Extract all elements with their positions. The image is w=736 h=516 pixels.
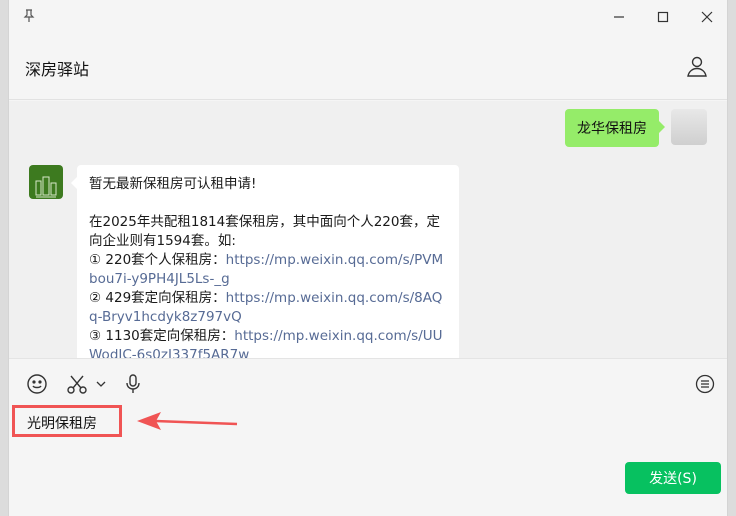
scissors-icon[interactable]	[65, 372, 89, 396]
message-list[interactable]: 龙华保租房 暂无最新保租房可认租申请! 在2025年共配租1814套保租房，其中…	[9, 101, 727, 358]
pin-icon[interactable]	[21, 8, 37, 24]
list-item: ① 220套个人保租房：https://mp.weixin.qq.com/s/P…	[89, 251, 447, 289]
incoming-bubble[interactable]: 暂无最新保租房可认租申请! 在2025年共配租1814套保租房，其中面向个人22…	[71, 165, 459, 358]
chat-window: 深房驿站 龙华保租房 暂无最新保租房可认租申请! 在2025年共配租1814套保…	[8, 0, 728, 516]
send-button[interactable]: 发送(S)	[625, 462, 721, 494]
chevron-down-icon[interactable]	[95, 372, 107, 396]
emoji-icon[interactable]	[25, 372, 49, 396]
maximize-icon[interactable]	[648, 6, 678, 28]
user-profile-icon[interactable]	[685, 54, 709, 78]
chat-history-icon[interactable]	[693, 372, 717, 396]
chat-title: 深房驿站	[25, 60, 90, 79]
chat-header: 深房驿站	[9, 34, 727, 100]
title-bar	[9, 0, 727, 34]
list-item-label: ③ 1130套定向保租房：	[89, 328, 235, 344]
composer: 光明保租房 发送(S)	[9, 358, 727, 516]
self-avatar[interactable]	[671, 109, 707, 145]
close-icon[interactable]	[692, 6, 722, 28]
outgoing-message: 龙华保租房	[565, 109, 707, 147]
incoming-message: 暂无最新保租房可认租申请! 在2025年共配租1814套保租房，其中面向个人22…	[29, 165, 459, 358]
message-paragraph: 在2025年共配租1814套保租房，其中面向个人220套，定向企业则有1594套…	[89, 214, 440, 249]
minimize-icon[interactable]	[604, 6, 634, 28]
message-paragraph: 暂无最新保租房可认租申请!	[89, 176, 257, 192]
outgoing-bubble[interactable]: 龙华保租房	[565, 109, 665, 147]
list-item: ② 429套定向保租房：https://mp.weixin.qq.com/s/8…	[89, 289, 447, 327]
list-item-label: ② 429套定向保租房：	[89, 290, 226, 306]
annotation-arrow	[137, 412, 238, 430]
list-item: ③ 1130套定向保租房：https://mp.weixin.qq.com/s/…	[89, 327, 447, 358]
bot-avatar[interactable]	[29, 165, 63, 199]
list-item-label: ① 220套个人保租房：	[89, 252, 226, 268]
microphone-icon[interactable]	[121, 372, 145, 396]
highlight-box	[12, 405, 122, 437]
